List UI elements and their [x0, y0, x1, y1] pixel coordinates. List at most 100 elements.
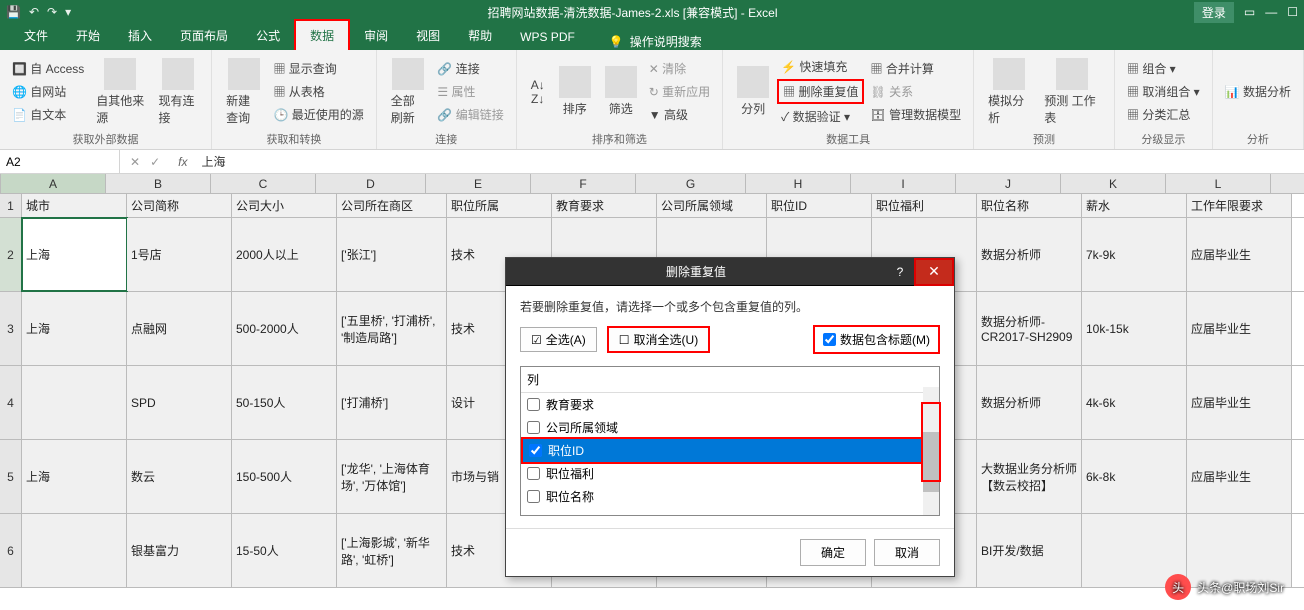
- cell[interactable]: 数据分析师: [977, 366, 1082, 439]
- filter-button[interactable]: 筛选: [599, 54, 643, 129]
- list-item-checkbox[interactable]: [529, 444, 542, 457]
- cell[interactable]: 7k-9k: [1082, 218, 1187, 291]
- consolidate-button[interactable]: ▦ 合并计算: [866, 58, 965, 79]
- cell[interactable]: 上海: [22, 440, 127, 513]
- undo-icon[interactable]: ↶: [29, 5, 39, 19]
- tab-file[interactable]: 文件: [10, 21, 62, 50]
- column-header-H[interactable]: H: [746, 174, 851, 193]
- minimize-icon[interactable]: —: [1265, 5, 1277, 19]
- header-cell[interactable]: 公司大小: [232, 194, 337, 217]
- data-analysis-button[interactable]: 📊 数据分析: [1221, 81, 1295, 102]
- column-header-C[interactable]: C: [211, 174, 316, 193]
- tell-me[interactable]: 💡操作说明搜索: [609, 33, 702, 50]
- from-web-button[interactable]: 🌐 自网站: [8, 81, 88, 102]
- tab-help[interactable]: 帮助: [454, 21, 506, 50]
- cell[interactable]: 50-150人: [232, 366, 337, 439]
- cell[interactable]: 应届毕业生: [1187, 366, 1292, 439]
- header-cell[interactable]: 职位名称: [977, 194, 1082, 217]
- from-text-button[interactable]: 📄 自文本: [8, 104, 88, 125]
- cell[interactable]: ['张江']: [337, 218, 447, 291]
- tab-wps[interactable]: WPS PDF: [506, 24, 589, 50]
- ribbon-options-icon[interactable]: ▭: [1244, 5, 1255, 19]
- qat-more-icon[interactable]: ▾: [65, 5, 71, 19]
- cell[interactable]: 数据分析师-CR2017-SH2909: [977, 292, 1082, 365]
- list-item-checkbox[interactable]: [527, 467, 540, 480]
- cell[interactable]: ['上海影城', '新华路', '虹桥']: [337, 514, 447, 587]
- column-header-A[interactable]: A: [1, 174, 106, 193]
- column-header-G[interactable]: G: [636, 174, 746, 193]
- columns-listbox[interactable]: 列 教育要求公司所属领域职位ID职位福利职位名称: [520, 366, 940, 516]
- list-item[interactable]: 公司所属领域: [521, 416, 939, 439]
- cell[interactable]: [22, 366, 127, 439]
- cancel-button[interactable]: 取消: [874, 539, 940, 566]
- header-cell[interactable]: 薪水: [1082, 194, 1187, 217]
- fx-icon[interactable]: fx: [170, 155, 195, 169]
- formula-input[interactable]: 上海: [195, 153, 1304, 170]
- name-box[interactable]: A2: [0, 150, 120, 173]
- tab-home[interactable]: 开始: [62, 21, 114, 50]
- cancel-formula-icon[interactable]: ✕: [130, 155, 140, 169]
- list-item-checkbox[interactable]: [527, 490, 540, 503]
- tab-formula[interactable]: 公式: [242, 21, 294, 50]
- cell[interactable]: ['五里桥', '打浦桥', '制造局路']: [337, 292, 447, 365]
- tab-view[interactable]: 视图: [402, 21, 454, 50]
- cell[interactable]: 2000人以上: [232, 218, 337, 291]
- list-item[interactable]: 职位福利: [521, 462, 939, 485]
- dialog-help-icon[interactable]: ?: [886, 265, 914, 279]
- text-to-columns-button[interactable]: 分列: [731, 54, 775, 129]
- whatif-button[interactable]: 模拟分析: [982, 54, 1036, 129]
- column-header-M[interactable]: M: [1271, 174, 1304, 193]
- cell[interactable]: 4k-6k: [1082, 366, 1187, 439]
- cell[interactable]: 10k-15k: [1082, 292, 1187, 365]
- row-header-4[interactable]: 4: [0, 366, 22, 439]
- row-header-1[interactable]: 1: [0, 194, 22, 217]
- deselect-all-button[interactable]: ☐取消全选(U): [607, 326, 710, 353]
- cell[interactable]: 6k-8k: [1082, 440, 1187, 513]
- cell[interactable]: SPD: [127, 366, 232, 439]
- data-validation-button[interactable]: ✓ 数据验证 ▾: [777, 106, 864, 127]
- cell[interactable]: 大数据业务分析师【数云校招】: [977, 440, 1082, 513]
- column-header-D[interactable]: D: [316, 174, 426, 193]
- from-access-button[interactable]: 🔲 自 Access: [8, 58, 88, 79]
- from-table-button[interactable]: ▦ 从表格: [269, 81, 367, 102]
- header-cell[interactable]: 城市: [22, 194, 127, 217]
- header-cell[interactable]: 教育要求: [552, 194, 657, 217]
- header-cell[interactable]: 公司所在商区: [337, 194, 447, 217]
- cell[interactable]: 150-500人: [232, 440, 337, 513]
- list-item-checkbox[interactable]: [527, 398, 540, 411]
- column-header-J[interactable]: J: [956, 174, 1061, 193]
- list-item[interactable]: 职位ID: [521, 437, 939, 464]
- refresh-all-button[interactable]: 全部刷新: [385, 54, 432, 129]
- cell[interactable]: 上海: [22, 292, 127, 365]
- maximize-icon[interactable]: ☐: [1287, 5, 1298, 19]
- cell[interactable]: 数云: [127, 440, 232, 513]
- header-cell[interactable]: 职位所属: [447, 194, 552, 217]
- header-cell[interactable]: 职位ID: [767, 194, 872, 217]
- login-button[interactable]: 登录: [1194, 2, 1234, 23]
- cell[interactable]: 500-2000人: [232, 292, 337, 365]
- from-other-button[interactable]: 自其他来源: [90, 54, 150, 129]
- row-header-5[interactable]: 5: [0, 440, 22, 513]
- cell[interactable]: BI开发/数据: [977, 514, 1082, 587]
- column-header-K[interactable]: K: [1061, 174, 1166, 193]
- remove-duplicates-button[interactable]: ▦ 删除重复值: [777, 79, 864, 104]
- header-cell[interactable]: 公司简称: [127, 194, 232, 217]
- cell[interactable]: 应届毕业生: [1187, 440, 1292, 513]
- save-icon[interactable]: 💾: [6, 5, 21, 19]
- tab-insert[interactable]: 插入: [114, 21, 166, 50]
- select-all-button[interactable]: ☑全选(A): [520, 327, 597, 352]
- sort-button[interactable]: 排序: [553, 54, 597, 129]
- row-header-2[interactable]: 2: [0, 218, 22, 291]
- row-header-3[interactable]: 3: [0, 292, 22, 365]
- cell[interactable]: 应届毕业生: [1187, 292, 1292, 365]
- forecast-button[interactable]: 预测 工作表: [1038, 54, 1106, 129]
- cell[interactable]: 上海: [22, 218, 127, 291]
- tab-review[interactable]: 审阅: [350, 21, 402, 50]
- ungroup-button[interactable]: ▦ 取消组合 ▾: [1123, 81, 1204, 102]
- redo-icon[interactable]: ↷: [47, 5, 57, 19]
- cell[interactable]: 银基富力: [127, 514, 232, 587]
- existing-conn-button[interactable]: 现有连接: [153, 54, 204, 129]
- row-header-6[interactable]: 6: [0, 514, 22, 587]
- new-query-button[interactable]: 新建 查询: [220, 54, 267, 129]
- list-item[interactable]: 教育要求: [521, 393, 939, 416]
